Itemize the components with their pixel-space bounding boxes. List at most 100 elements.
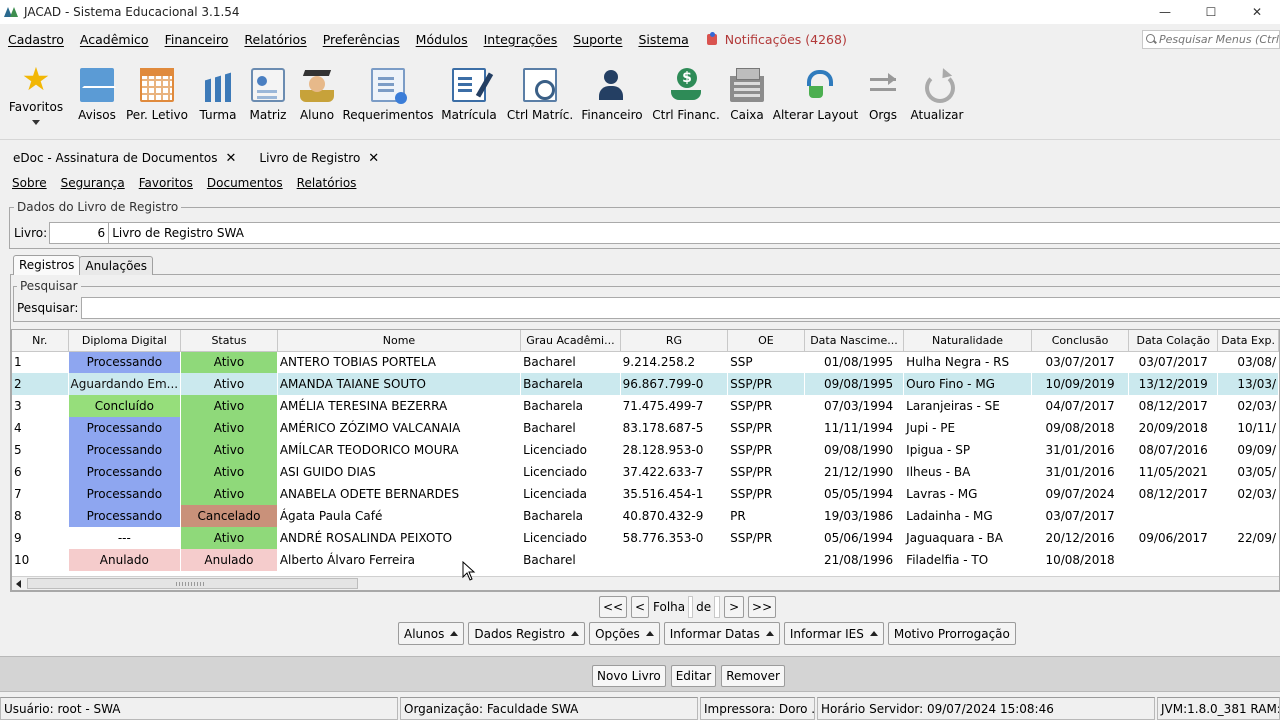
minimize-button[interactable]: — <box>1142 0 1188 24</box>
menu-preferencias[interactable]: Preferências <box>320 32 408 47</box>
cell-rg: 35.516.454-1 <box>620 483 729 505</box>
menu-search-input[interactable] <box>1159 33 1279 46</box>
toolbar-turma-button[interactable]: Turma <box>198 56 238 140</box>
informar-ies-dropdown-button[interactable]: Informar IES <box>783 622 884 645</box>
column-header-grau[interactable]: Grau Acadêmi... <box>520 330 621 352</box>
editar-button[interactable]: Editar <box>670 665 717 687</box>
livro-number-field[interactable]: 6 <box>49 222 110 244</box>
table-row[interactable]: 3 Concluído Ativo AMÉLIA TERESINA BEZERRA Ba… <box>12 395 1279 417</box>
submenu-documentos[interactable]: Documentos <box>207 176 283 190</box>
page-number-field[interactable] <box>688 596 694 618</box>
toolbar-requerimentos-button[interactable]: Requerimentos <box>342 56 434 140</box>
cell-oe: SSP/PR <box>727 439 805 461</box>
table-row[interactable]: 9 --- Ativo ANDRÉ ROSALINDA PEIXOTO Licencia… <box>12 527 1279 549</box>
cell-naturalidade: Ouro Fino - MG <box>903 373 1032 395</box>
cell-diploma-digital: Processando <box>68 351 182 373</box>
table-row[interactable]: 5 Processando Ativo AMÍLCAR TEODORICO MOURA… <box>12 439 1279 461</box>
cell-nr: 8 <box>12 505 69 527</box>
toolbar-alterar-layout-button[interactable]: Alterar Layout <box>773 56 858 140</box>
column-header-conclusao[interactable]: Conclusão <box>1031 330 1130 352</box>
menu-cadastro[interactable]: Cadastro <box>5 32 72 47</box>
cell-status: Ativo <box>180 483 278 505</box>
notification-bell-icon <box>706 31 717 45</box>
menu-financeiro[interactable]: Financeiro <box>162 32 237 47</box>
close-icon[interactable]: ✕ <box>368 151 379 166</box>
menu-integracoes[interactable]: Integrações <box>481 32 566 47</box>
table-row[interactable]: 6 Processando Ativo ASI GUIDO DIAS Licenciad… <box>12 461 1279 483</box>
livro-name-field[interactable]: Livro de Registro SWA <box>109 222 1280 244</box>
next-page-button[interactable]: > <box>724 596 745 618</box>
toolbar-orgs-button[interactable]: Orgs <box>866 56 900 140</box>
scroll-left-button[interactable] <box>12 577 26 590</box>
toolbar-favoritos-button[interactable]: ★ Favoritos <box>9 56 63 140</box>
toolbar-label: Aluno <box>299 108 335 122</box>
toolbar-caixa-button[interactable]: Caixa <box>729 56 765 140</box>
toolbar-financeiro-button[interactable]: Financeiro <box>581 56 643 140</box>
horizontal-scrollbar[interactable] <box>12 576 1279 590</box>
toolbar-atualizar-button[interactable]: Atualizar <box>911 56 963 140</box>
submenu-relatorios[interactable]: Relatórios <box>297 176 357 190</box>
menu-search-box[interactable] <box>1142 30 1280 49</box>
tab-anulacoes[interactable]: Anulações <box>79 256 154 275</box>
menu-suporte[interactable]: Suporte <box>570 32 630 47</box>
toolbar-matriz-button[interactable]: Matriz <box>248 56 288 140</box>
column-header-oe[interactable]: OE <box>727 330 805 352</box>
cell-status: Anulado <box>180 549 278 571</box>
dados-registro-dropdown-button[interactable]: Dados Registro <box>468 622 586 645</box>
toolbar-avisos-button[interactable]: Avisos <box>78 56 116 140</box>
pesquisar-input[interactable] <box>81 297 1280 319</box>
cell-naturalidade: Ilheus - BA <box>903 461 1032 483</box>
table-row[interactable]: 8 Processando Cancelado Ágata Paula Café Bac… <box>12 505 1279 527</box>
tab-livro-de-registro[interactable]: Livro de Registro ✕ <box>242 146 385 170</box>
informar-datas-dropdown-button[interactable]: Informar Datas <box>663 622 780 645</box>
last-page-button[interactable]: >> <box>748 596 777 618</box>
cell-nascimento: 21/12/1990 <box>804 461 905 483</box>
column-header-rg[interactable]: RG <box>620 330 729 352</box>
toolbar-ctrl-matric-button[interactable]: Ctrl Matríc. <box>507 56 573 140</box>
cell-expedicao <box>1217 549 1279 571</box>
menu-academico[interactable]: Acadêmico <box>77 32 157 47</box>
toolbar-ctrl-financ-button[interactable]: Ctrl Financ. <box>652 56 720 140</box>
table-row[interactable]: 10 Anulado Anulado Alberto Álvaro Ferreira B… <box>12 549 1279 571</box>
opcoes-dropdown-button[interactable]: Opções <box>589 622 660 645</box>
toolbar-per-letivo-button[interactable]: Per. Letivo <box>126 56 188 140</box>
cell-colacao: 08/07/2016 <box>1128 439 1219 461</box>
toolbar-aluno-button[interactable]: Aluno <box>298 56 336 140</box>
alunos-dropdown-button[interactable]: Alunos <box>398 622 465 645</box>
dados-livro-fieldset: Dados do Livro de Registro Livro: 6 Livr… <box>9 200 1280 249</box>
prev-page-button[interactable]: < <box>631 596 649 618</box>
menu-modulos[interactable]: Módulos <box>413 32 476 47</box>
cell-nascimento: 05/05/1994 <box>804 483 905 505</box>
novo-livro-button[interactable]: Novo Livro <box>592 665 666 687</box>
toolbar-matricula-button[interactable]: Matrícula <box>441 56 497 140</box>
column-header-nr[interactable]: Nr. <box>12 330 69 352</box>
column-header-nome[interactable]: Nome <box>277 330 522 352</box>
tab-registros[interactable]: Registros <box>13 255 81 275</box>
menu-sistema[interactable]: Sistema <box>635 32 696 47</box>
table-row[interactable]: 4 Processando Ativo AMÉRICO ZÓZIMO VALCANAI… <box>12 417 1279 439</box>
tab-edoc[interactable]: eDoc - Assinatura de Documentos ✕ <box>0 146 242 170</box>
table-row[interactable]: 7 Processando Ativo ANABELA ODETE BERNARDES… <box>12 483 1279 505</box>
motivo-prorrogacao-button[interactable]: Motivo Prorrogação <box>887 622 1016 645</box>
scroll-thumb[interactable] <box>27 578 358 589</box>
submenu-seguranca[interactable]: Segurança <box>61 176 125 190</box>
table-row[interactable]: 2 Aguardando Em... Ativo AMANDA TAIANE SOUT… <box>12 373 1279 395</box>
column-header-nascimento[interactable]: Data Nascime... <box>804 330 905 352</box>
column-header-naturalidade[interactable]: Naturalidade <box>903 330 1032 352</box>
close-window-button[interactable]: ✕ <box>1234 0 1280 24</box>
column-header-colacao[interactable]: Data Colação <box>1128 330 1219 352</box>
submenu-favoritos[interactable]: Favoritos <box>139 176 193 190</box>
notifications-link[interactable]: Notificações (4268) <box>706 31 847 47</box>
first-page-button[interactable]: << <box>599 596 627 618</box>
maximize-button[interactable]: ☐ <box>1188 0 1234 24</box>
cell-oe: SSP <box>727 351 805 373</box>
close-icon[interactable]: ✕ <box>226 151 237 166</box>
column-header-status[interactable]: Status <box>180 330 278 352</box>
column-header-diploma[interactable]: Diploma Digital <box>68 330 182 352</box>
table-row[interactable]: 1 Processando Ativo ANTERO TOBIAS PORTELA Ba… <box>12 351 1279 373</box>
submenu-sobre[interactable]: Sobre <box>12 176 47 190</box>
column-header-expedicao[interactable]: Data Exp. <box>1217 330 1279 352</box>
menu-relatorios[interactable]: Relatórios <box>241 32 314 47</box>
remover-button[interactable]: Remover <box>721 665 785 687</box>
cell-oe: SSP/PR <box>727 373 805 395</box>
